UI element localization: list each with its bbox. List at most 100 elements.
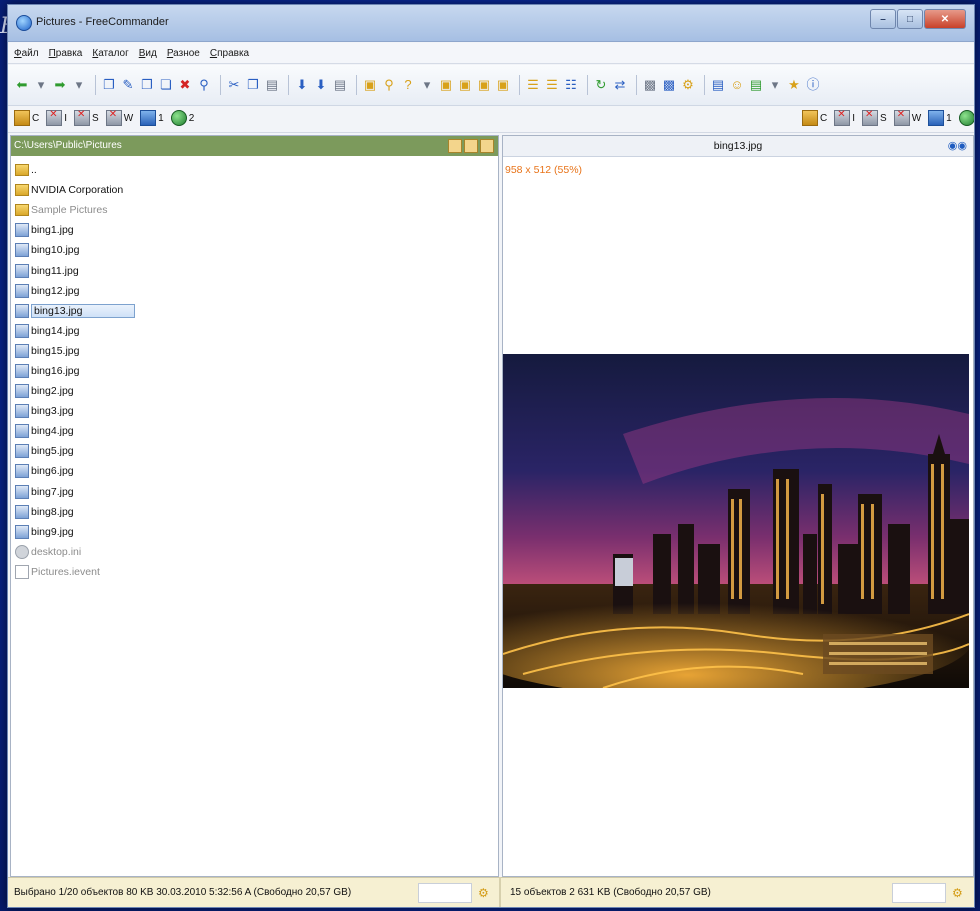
right-drive-i[interactable]: I (834, 109, 856, 126)
file-row[interactable]: bing8.jpg (15, 502, 495, 522)
file-row[interactable]: bing11.jpg (15, 260, 495, 280)
file-row[interactable]: bing9.jpg (15, 522, 495, 542)
folder-sync-icon[interactable]: ▣ (457, 77, 473, 93)
file-row[interactable]: bing5.jpg (15, 441, 495, 461)
toolbar-separator (636, 75, 637, 95)
back-arrow-icon[interactable]: ⬅ (14, 77, 30, 93)
left-path-bar[interactable]: C:\Users\Public\Pictures (11, 136, 498, 156)
file-row[interactable]: bing14.jpg (15, 321, 495, 341)
left-drive-2[interactable]: 2 (170, 110, 194, 126)
file-row[interactable]: bing10.jpg (15, 240, 495, 260)
history-icon[interactable] (448, 139, 462, 153)
file-row[interactable]: bing12.jpg (15, 281, 495, 301)
binoculars-icon[interactable]: ◉◉ (948, 139, 967, 152)
local-drive-icon (14, 110, 30, 126)
unpack-icon[interactable]: ⬇ (313, 77, 329, 93)
edit-file-icon[interactable]: ✎ (120, 77, 136, 93)
file-row[interactable]: .. (15, 160, 495, 180)
right-drive-w[interactable]: W (893, 109, 921, 126)
file-row[interactable]: Pictures.ievent (15, 562, 495, 582)
left-drive-1[interactable]: 1 (140, 110, 164, 126)
minimize-button[interactable]: – (870, 9, 896, 29)
folder-up-icon[interactable]: ▣ (438, 77, 454, 93)
folder-favorites-icon[interactable] (464, 139, 478, 153)
detail-view-icon[interactable]: ☷ (563, 77, 579, 93)
delete-icon[interactable]: ✖ (177, 77, 193, 93)
properties-icon[interactable]: ▤ (332, 77, 348, 93)
file-row[interactable]: NVIDIA Corporation (15, 180, 495, 200)
left-drive-c[interactable]: C (14, 110, 39, 126)
right-filter-icon[interactable]: ⚙ (952, 886, 963, 900)
compare-icon[interactable]: ▤ (710, 77, 726, 93)
menu-view[interactable]: Вид (139, 48, 157, 59)
search-folder-icon[interactable]: ⚲ (381, 77, 397, 93)
right-drive-1[interactable]: 1 (928, 110, 952, 126)
paste-icon[interactable]: ▤ (264, 77, 280, 93)
copy-icon[interactable]: ❐ (139, 77, 155, 93)
image-file-icon (15, 504, 29, 519)
network-places-icon (140, 110, 157, 126)
close-button[interactable]: ✕ (924, 9, 966, 29)
maximize-button[interactable]: □ (897, 9, 923, 29)
pack-icon[interactable]: ⬇ (294, 77, 310, 93)
move-icon[interactable]: ❏ (158, 77, 174, 93)
forward-arrow-icon[interactable]: ➡ (52, 77, 68, 93)
settings-icon[interactable]: ⚙ (680, 77, 696, 93)
right-drive-s[interactable]: S (862, 109, 887, 126)
folder-compare-icon[interactable]: ▣ (476, 77, 492, 93)
new-folder-icon[interactable]: ▣ (362, 77, 378, 93)
right-filter-input[interactable] (892, 883, 946, 903)
help-icon[interactable]: ? (400, 77, 416, 93)
folder-up-icon[interactable] (480, 139, 494, 153)
list-view-icon[interactable]: ☰ (544, 77, 560, 93)
tools-icon[interactable]: ▤ (748, 77, 764, 93)
copy-clipboard-icon[interactable]: ❐ (245, 77, 261, 93)
menu-edit[interactable]: Правка (49, 48, 83, 59)
file-row[interactable]: bing3.jpg (15, 401, 495, 421)
left-drive-i[interactable]: I (46, 109, 67, 126)
find-file-icon[interactable]: ⚲ (196, 77, 212, 93)
right-preview-panel[interactable]: bing13.jpg ◉◉ 958 x 512 (55%) (502, 135, 974, 877)
file-row[interactable]: bing7.jpg (15, 482, 495, 502)
left-drive-s[interactable]: S (74, 109, 99, 126)
copy-file-icon[interactable]: ❐ (101, 77, 117, 93)
tree-view-icon[interactable]: ☰ (525, 77, 541, 93)
left-filter-input[interactable] (418, 883, 472, 903)
file-row[interactable]: bing15.jpg (15, 341, 495, 361)
file-row[interactable]: bing6.jpg (15, 461, 495, 481)
file-row[interactable]: bing13.jpg (15, 301, 495, 321)
users-icon[interactable]: ☺ (729, 77, 745, 93)
menu-folder[interactable]: Каталог (92, 48, 128, 59)
file-row[interactable]: bing16.jpg (15, 361, 495, 381)
console-icon[interactable]: ▩ (642, 77, 658, 93)
info-icon[interactable]: ⓘ (805, 77, 821, 93)
left-file-panel[interactable]: C:\Users\Public\Pictures .. NVIDIA Corpor… (10, 135, 499, 877)
cut-icon[interactable]: ✂ (226, 77, 242, 93)
folder-size-icon[interactable]: ▣ (495, 77, 511, 93)
quick-view-icon[interactable]: ▩ (661, 77, 677, 93)
favorites-icon[interactable]: ★ (786, 77, 802, 93)
left-drive-w[interactable]: W (105, 109, 133, 126)
network-drive-icon (893, 109, 910, 126)
menu-help[interactable]: Справка (210, 48, 249, 59)
image-preview (503, 354, 969, 688)
globe-icon (170, 110, 187, 126)
file-row[interactable]: Sample Pictures (15, 200, 495, 220)
drive-label: I (852, 112, 856, 124)
right-drive-2[interactable]: 2 (958, 110, 974, 126)
right-drive-c[interactable]: C (802, 110, 827, 126)
refresh-icon[interactable]: ↻ (593, 77, 609, 93)
file-row[interactable]: bing4.jpg (15, 421, 495, 441)
back-dropdown-icon[interactable]: ▾ (33, 77, 49, 93)
swap-panels-icon[interactable]: ⇄ (612, 77, 628, 93)
left-filter-icon[interactable]: ⚙ (478, 886, 489, 900)
file-row[interactable]: bing2.jpg (15, 381, 495, 401)
tools-dropdown-icon[interactable]: ▾ (767, 77, 783, 93)
menu-misc[interactable]: Разное (167, 48, 200, 59)
favorites-dropdown-icon[interactable]: ▾ (419, 77, 435, 93)
title-bar[interactable]: Pictures - FreeCommander – □ ✕ (8, 5, 974, 42)
file-row[interactable]: bing1.jpg (15, 220, 495, 240)
forward-dropdown-icon[interactable]: ▾ (71, 77, 87, 93)
file-row[interactable]: desktop.ini (15, 542, 495, 562)
menu-file[interactable]: Файл (14, 48, 39, 59)
